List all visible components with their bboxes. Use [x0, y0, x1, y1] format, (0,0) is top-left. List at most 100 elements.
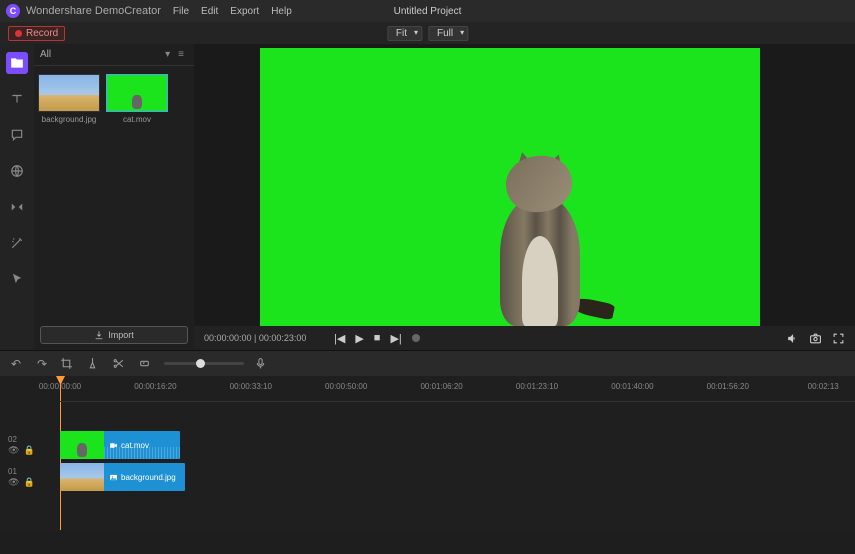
sidebar-effects[interactable]: [6, 232, 28, 254]
play-button[interactable]: ▶: [355, 332, 363, 345]
app-name: Wondershare DemoCreator: [26, 5, 161, 17]
ruler-tick: 00:01:23:10: [516, 382, 558, 391]
volume-icon: [786, 332, 799, 345]
full-dropdown[interactable]: Full: [428, 26, 468, 41]
import-icon: [94, 330, 104, 340]
ruler-tick: 00:01:06:20: [420, 382, 462, 391]
record-label: Record: [26, 28, 58, 39]
media-panel: All ▾ ≡ background.jpg cat.mov Import: [34, 44, 194, 350]
track-number: 02: [8, 435, 60, 444]
record-button[interactable]: Record: [8, 26, 65, 41]
eye-icon[interactable]: 👁: [8, 477, 19, 488]
lock-icon[interactable]: 🔒: [23, 445, 34, 456]
transport-bar: 00:00:00:00 | 00:00:23:00 |◀ ▶ ■ ▶|: [194, 326, 855, 350]
text-icon: [10, 92, 24, 106]
track-head: 02 👁 🔒: [0, 435, 60, 456]
clip-background-jpg[interactable]: background.jpg: [60, 463, 185, 491]
ruler-tick: 00:02:13: [808, 382, 839, 391]
lock-icon[interactable]: 🔒: [23, 477, 34, 488]
media-grid: background.jpg cat.mov: [34, 66, 194, 320]
media-menu-icon[interactable]: ≡: [174, 49, 188, 60]
preview-panel: 00:00:00:00 | 00:00:23:00 |◀ ▶ ■ ▶|: [194, 44, 855, 350]
prev-frame-button[interactable]: |◀: [334, 332, 345, 345]
transition-icon: [10, 200, 24, 214]
next-frame-button[interactable]: ▶|: [390, 332, 401, 345]
eye-icon[interactable]: 👁: [8, 445, 19, 456]
fit-dropdown[interactable]: Fit: [387, 26, 422, 41]
mic-icon: [254, 357, 267, 370]
preview-canvas[interactable]: [260, 48, 760, 326]
thumbnail-icon: [106, 74, 168, 112]
speech-bubble-icon: [10, 128, 24, 142]
stop-button[interactable]: ■: [374, 332, 381, 344]
folder-icon: [10, 56, 24, 70]
sidebar-media[interactable]: [6, 52, 28, 74]
canvas-wrap: [194, 44, 855, 326]
menu-file[interactable]: File: [173, 6, 189, 17]
sidebar-cursor[interactable]: [6, 268, 28, 290]
marker-icon: [86, 357, 99, 370]
app-logo-icon: C: [6, 4, 20, 18]
volume-button[interactable]: [786, 332, 799, 345]
viewport-controls: Fit Full: [387, 26, 468, 41]
undo-button[interactable]: ↶: [8, 357, 24, 371]
ruler-tick: 00:00:00:00: [39, 382, 81, 391]
sidebar-annotation[interactable]: [6, 124, 28, 146]
media-item-background[interactable]: background.jpg: [38, 74, 100, 124]
marker-button[interactable]: [412, 334, 420, 342]
track-number: 01: [8, 467, 60, 476]
cursor-icon: [10, 272, 24, 286]
timeline-toolbar: ↶ ↷: [0, 350, 855, 376]
clip-cat-mov[interactable]: cat.mov: [60, 431, 180, 459]
title-bar: C Wondershare DemoCreator File Edit Expo…: [0, 0, 855, 22]
wand-icon: [10, 236, 24, 250]
globe-icon: [10, 164, 24, 178]
mic-button[interactable]: [254, 357, 270, 370]
sidebar-transitions[interactable]: [6, 196, 28, 218]
menu-help[interactable]: Help: [271, 6, 292, 17]
camera-icon: [809, 332, 822, 345]
marker-tool-button[interactable]: [86, 357, 102, 370]
zoom-knob[interactable]: [196, 359, 205, 368]
speed-button[interactable]: [138, 357, 154, 370]
media-sort-icon[interactable]: ▾: [161, 49, 174, 60]
import-button[interactable]: Import: [40, 326, 188, 344]
redo-button[interactable]: ↷: [34, 357, 50, 371]
cat-subject: [480, 156, 600, 326]
track-1: 01 👁 🔒 background.jpg: [0, 462, 855, 492]
gauge-icon: [138, 357, 151, 370]
split-button[interactable]: [112, 357, 128, 370]
ruler-tick: 00:01:56:20: [707, 382, 749, 391]
fullscreen-button[interactable]: [832, 332, 845, 345]
timeline: 00:00:00:00 00:00:16:20 00:00:33:10 00:0…: [0, 376, 855, 530]
menu-export[interactable]: Export: [230, 6, 259, 17]
zoom-slider[interactable]: [164, 362, 244, 365]
media-item-label: cat.mov: [123, 115, 151, 124]
media-tabs: All ▾ ≡: [34, 44, 194, 66]
timecode: 00:00:00:00 | 00:00:23:00: [204, 333, 324, 343]
scissors-icon: [112, 357, 125, 370]
clip-thumbnail-icon: [60, 463, 104, 491]
track-head: 01 👁 🔒: [0, 467, 60, 488]
toolbar-row: Record Fit Full: [0, 22, 855, 44]
thumbnail-icon: [38, 74, 100, 112]
ruler-tick: 00:01:40:00: [611, 382, 653, 391]
import-label: Import: [108, 330, 134, 340]
timeline-ruler[interactable]: 00:00:00:00 00:00:16:20 00:00:33:10 00:0…: [60, 376, 855, 402]
ruler-tick: 00:00:33:10: [230, 382, 272, 391]
crop-button[interactable]: [60, 357, 76, 370]
media-item-cat[interactable]: cat.mov: [106, 74, 168, 124]
main-menu: File Edit Export Help: [173, 6, 292, 17]
tracks-area: 02 👁🔒 cat.mov 01 👁🔒 ba: [0, 402, 855, 492]
project-title: Untitled Project: [394, 6, 462, 17]
sidebar-stickers[interactable]: [6, 160, 28, 182]
sidebar-text[interactable]: [6, 88, 28, 110]
main-area: All ▾ ≡ background.jpg cat.mov Import: [0, 44, 855, 350]
track-2: 02 👁 🔒 cat.mov: [0, 430, 855, 460]
clip-thumbnail-icon: [60, 431, 104, 459]
media-item-label: background.jpg: [42, 115, 97, 124]
media-tab-all[interactable]: All: [40, 49, 51, 60]
menu-edit[interactable]: Edit: [201, 6, 218, 17]
fullscreen-icon: [832, 332, 845, 345]
snapshot-button[interactable]: [809, 332, 822, 345]
